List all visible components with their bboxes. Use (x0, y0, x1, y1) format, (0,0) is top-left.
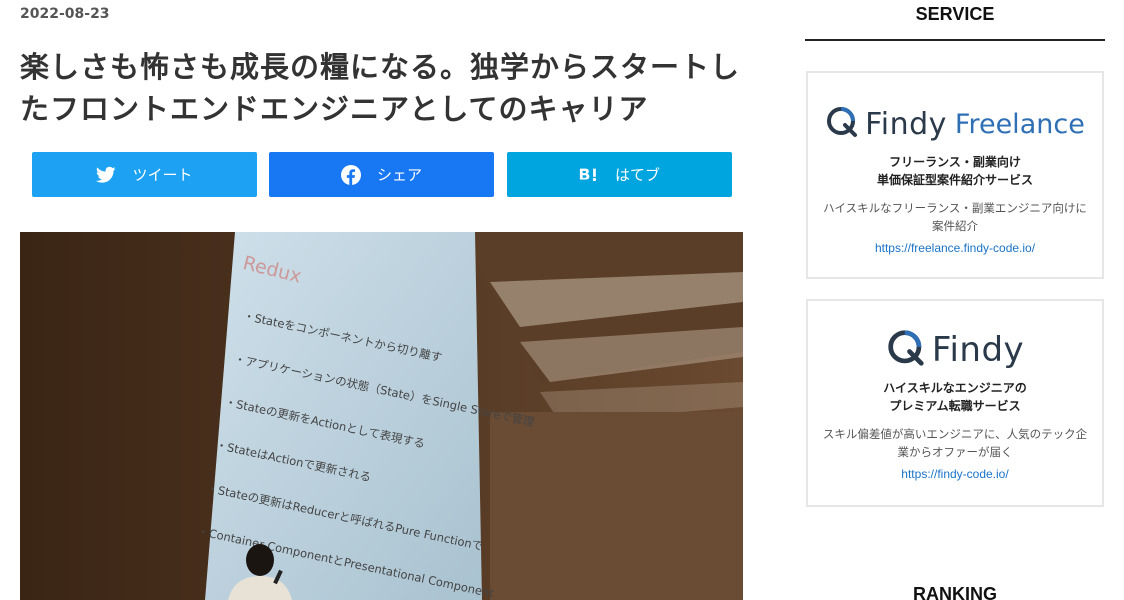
card-url-link[interactable]: https://freelance.findy-code.io/ (808, 241, 1102, 255)
hatebu-label: はてブ (614, 166, 660, 184)
findy-mark-icon (886, 328, 926, 372)
logo-main: Findy (931, 330, 1025, 370)
logo-main: Findy (865, 106, 947, 142)
tagline-line: フリーランス・副業向け (889, 155, 1021, 169)
card-description: スキル偏差値が高いエンジニアに、人気のテック企業からオファーが届く (822, 427, 1088, 459)
findy-freelance-logo: Findy Freelance (808, 99, 1102, 149)
tagline-line: ハイスキルなエンジニアの (883, 381, 1027, 395)
article-date: 2022-08-23 (20, 6, 110, 22)
logo-sub: Freelance (954, 108, 1085, 140)
findy-logo: Findy (808, 325, 1102, 375)
tagline-line: プレミアム転職サービス (889, 399, 1021, 413)
card-description: ハイスキルなフリーランス・副業エンジニア向けに案件紹介 (823, 201, 1087, 233)
ranking-heading: RANKING (913, 584, 997, 600)
facebook-share-button[interactable]: シェア (269, 152, 494, 197)
tweet-label: ツイート (132, 166, 193, 184)
hatena-bookmark-button[interactable]: はてブ (507, 152, 732, 197)
findy-freelance-card[interactable]: Findy Freelance フリーランス・副業向け 単価保証型案件紹介サービ… (806, 71, 1104, 279)
heading-divider (805, 39, 1105, 41)
card-tagline: ハイスキルなエンジニアの プレミアム転職サービス (808, 379, 1102, 415)
tagline-line: 単価保証型案件紹介サービス (876, 173, 1033, 187)
hatena-bookmark-icon (579, 165, 599, 185)
twitter-icon (96, 165, 117, 185)
service-heading: SERVICE (915, 4, 995, 24)
speaker-silhouette (228, 544, 292, 600)
findy-card[interactable]: Findy ハイスキルなエンジニアの プレミアム転職サービス スキル偏差値が高い… (806, 299, 1104, 507)
card-tagline: フリーランス・副業向け 単価保証型案件紹介サービス (808, 153, 1102, 189)
findy-mark-icon (825, 105, 859, 143)
card-url-link[interactable]: https://findy-code.io/ (808, 467, 1102, 481)
hero-photo: Redux ・Stateをコンポーネントから切り離す ・アプリケーションの状態（… (20, 232, 743, 600)
share-label: シェア (376, 166, 422, 184)
facebook-icon (340, 164, 361, 185)
tweet-button[interactable]: ツイート (32, 152, 257, 197)
article-title: 楽しさも怖さも成長の糧になる。独学からスタートしたフロントエンドエンジニアとして… (20, 50, 741, 126)
